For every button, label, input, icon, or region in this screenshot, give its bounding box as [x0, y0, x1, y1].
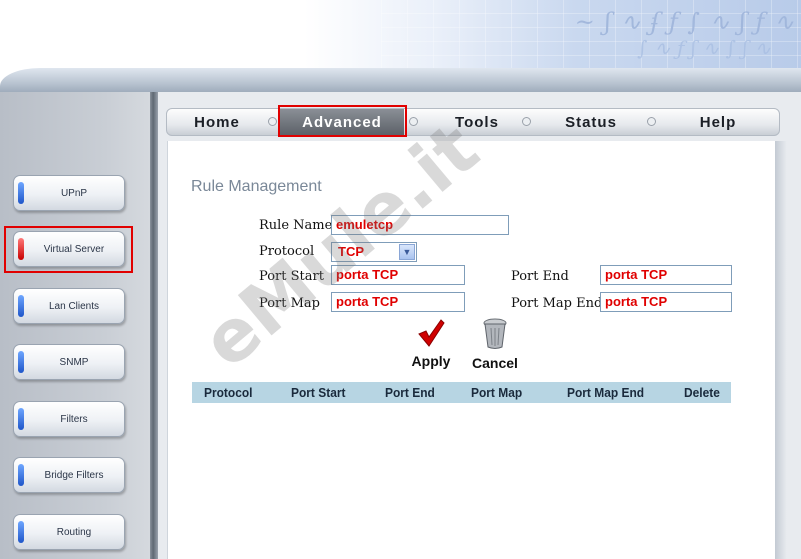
- column-header-port-map: Port Map: [471, 385, 523, 400]
- tab-separator-icon: [647, 117, 656, 126]
- port-map-label: Port Map: [259, 296, 321, 311]
- protocol-select-value: TCP: [338, 244, 364, 259]
- sidebar-separator: [150, 92, 158, 559]
- sidebar-item-label: Virtual Server: [43, 243, 105, 255]
- tab-tools[interactable]: Tools: [422, 109, 532, 135]
- status-led-icon: [18, 238, 24, 260]
- port-map-end-label: Port Map End: [511, 296, 603, 311]
- sidebar-item-label: Routing: [56, 526, 92, 538]
- tab-home[interactable]: Home: [171, 109, 263, 135]
- column-header-port-end: Port End: [385, 385, 435, 400]
- sidebar-item-label: Lan Clients: [48, 300, 100, 312]
- status-led-icon: [18, 408, 24, 430]
- port-end-label: Port End: [511, 269, 569, 284]
- content-panel-edge: [775, 141, 787, 559]
- protocol-select[interactable]: TCP ▼: [331, 242, 417, 262]
- header-decoration: ~ ʃ ∿ ʄ ƒ ∫ ∿ ʃ ƒ ∿: [574, 8, 795, 36]
- rule-name-label: Rule Name: [259, 218, 333, 233]
- rule-name-field[interactable]: emuletcp: [331, 215, 509, 235]
- sidebar-item-lan-clients[interactable]: Lan Clients: [13, 288, 125, 324]
- cancel-label: Cancel: [472, 355, 518, 371]
- apply-label: Apply: [411, 353, 451, 369]
- cancel-button[interactable]: Cancel: [470, 318, 520, 371]
- sidebar-item-snmp[interactable]: SNMP: [13, 344, 125, 380]
- protocol-label: Protocol: [259, 244, 315, 259]
- column-header-port-map-end: Port Map End: [567, 385, 645, 400]
- sidebar-item-label: Filters: [60, 413, 88, 425]
- tab-status[interactable]: Status: [535, 109, 647, 135]
- tab-separator-icon: [522, 117, 531, 126]
- tab-help[interactable]: Help: [662, 109, 774, 135]
- port-end-field[interactable]: porta TCP: [600, 265, 732, 285]
- rules-table-header: Protocol Port Start Port End Port Map Po…: [192, 382, 731, 403]
- port-start-field[interactable]: porta TCP: [331, 265, 465, 285]
- tab-advanced[interactable]: Advanced: [280, 109, 404, 135]
- checkmark-icon: [418, 319, 445, 347]
- status-led-icon: [18, 351, 24, 373]
- sidebar-item-virtual-server[interactable]: Virtual Server: [13, 231, 125, 267]
- header-decoration-2: ∫ ∿ ƒ ʃ ∿ ∫ ʃ ∿: [637, 36, 771, 60]
- sidebar-item-label: SNMP: [59, 356, 89, 368]
- page-title: Rule Management: [191, 178, 322, 195]
- chevron-down-icon: ▼: [399, 244, 415, 260]
- tab-separator-icon: [409, 117, 418, 126]
- port-map-field[interactable]: porta TCP: [331, 292, 465, 312]
- sidebar-item-label: Bridge Filters: [44, 469, 104, 481]
- port-start-label: Port Start: [259, 269, 324, 284]
- sidebar-item-upnp[interactable]: UPnP: [13, 175, 125, 211]
- status-led-icon: [18, 521, 24, 543]
- column-header-delete: Delete: [684, 385, 720, 400]
- sidebar-item-label: UPnP: [60, 187, 88, 199]
- port-map-end-field[interactable]: porta TCP: [600, 292, 732, 312]
- column-header-port-start: Port Start: [291, 385, 346, 400]
- status-led-icon: [18, 464, 24, 486]
- tab-separator-icon: [268, 117, 277, 126]
- column-header-protocol: Protocol: [204, 385, 253, 400]
- status-led-icon: [18, 182, 24, 204]
- trash-can-icon: [483, 318, 507, 349]
- apply-button[interactable]: Apply: [408, 318, 454, 369]
- sidebar-item-bridge-filters[interactable]: Bridge Filters: [13, 457, 125, 493]
- status-led-icon: [18, 295, 24, 317]
- top-tab-bar: Home Advanced Tools Status Help: [166, 108, 780, 136]
- sidebar-item-routing[interactable]: Routing: [13, 514, 125, 550]
- sidebar-item-filters[interactable]: Filters: [13, 401, 125, 437]
